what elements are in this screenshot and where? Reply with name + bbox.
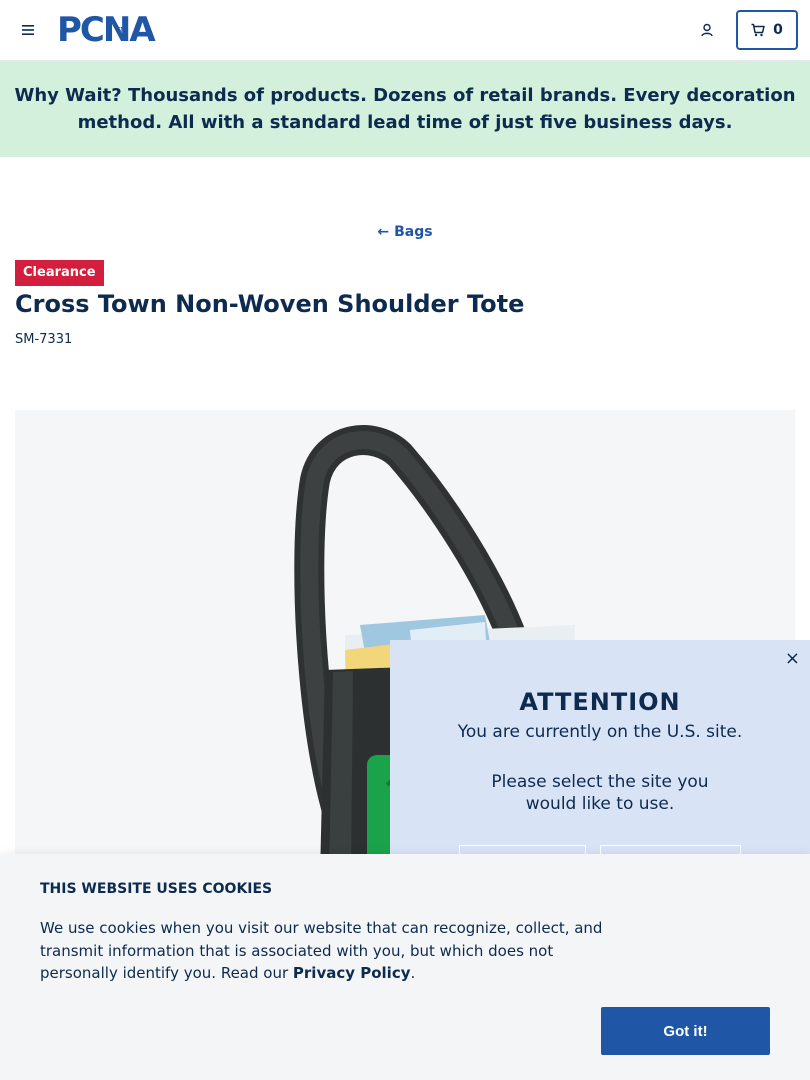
cart-button[interactable]: 0 <box>736 10 798 50</box>
product-sku: SM-7331 <box>15 332 73 347</box>
cookie-title: THIS WEBSITE USES COOKIES <box>40 881 273 897</box>
modal-current-site-text: You are currently on the U.S. site. <box>457 722 743 742</box>
logo-trademark: TM <box>116 26 127 34</box>
menu-button[interactable] <box>18 20 38 40</box>
site-header: PCNA TM 0 <box>0 0 810 61</box>
cookie-body: We use cookies when you visit our websit… <box>40 917 620 985</box>
modal-title: ATTENTION <box>519 688 681 716</box>
modal-instruction-text: Please select the site you would like to… <box>491 772 709 814</box>
accept-cookies-button[interactable]: Got it! <box>601 1007 770 1055</box>
cart-count: 0 <box>773 22 783 38</box>
promo-text: Why Wait? Thousands of products. Dozens … <box>14 85 796 133</box>
hamburger-icon <box>22 25 34 35</box>
cookie-banner: THIS WEBSITE USES COOKIES We use cookies… <box>0 854 810 1080</box>
promo-banner: Why Wait? Thousands of products. Dozens … <box>0 61 810 157</box>
back-link-label: Bags <box>394 224 433 240</box>
privacy-policy-link[interactable]: Privacy Policy <box>293 964 411 982</box>
site-selection-modal: × ATTENTION You are currently on the U.S… <box>390 640 810 885</box>
pcna-logo[interactable]: PCNA <box>57 13 156 47</box>
close-icon[interactable]: × <box>785 648 800 669</box>
back-to-category-link[interactable]: ← Bags <box>0 224 810 240</box>
product-title: Cross Town Non-Woven Shoulder Tote <box>15 290 525 318</box>
user-icon <box>701 23 713 37</box>
cookie-body-period: . <box>410 964 416 982</box>
arrow-left-icon: ← <box>377 224 390 240</box>
cart-icon <box>751 23 765 37</box>
account-button[interactable] <box>697 19 719 41</box>
clearance-badge: Clearance <box>15 260 104 286</box>
